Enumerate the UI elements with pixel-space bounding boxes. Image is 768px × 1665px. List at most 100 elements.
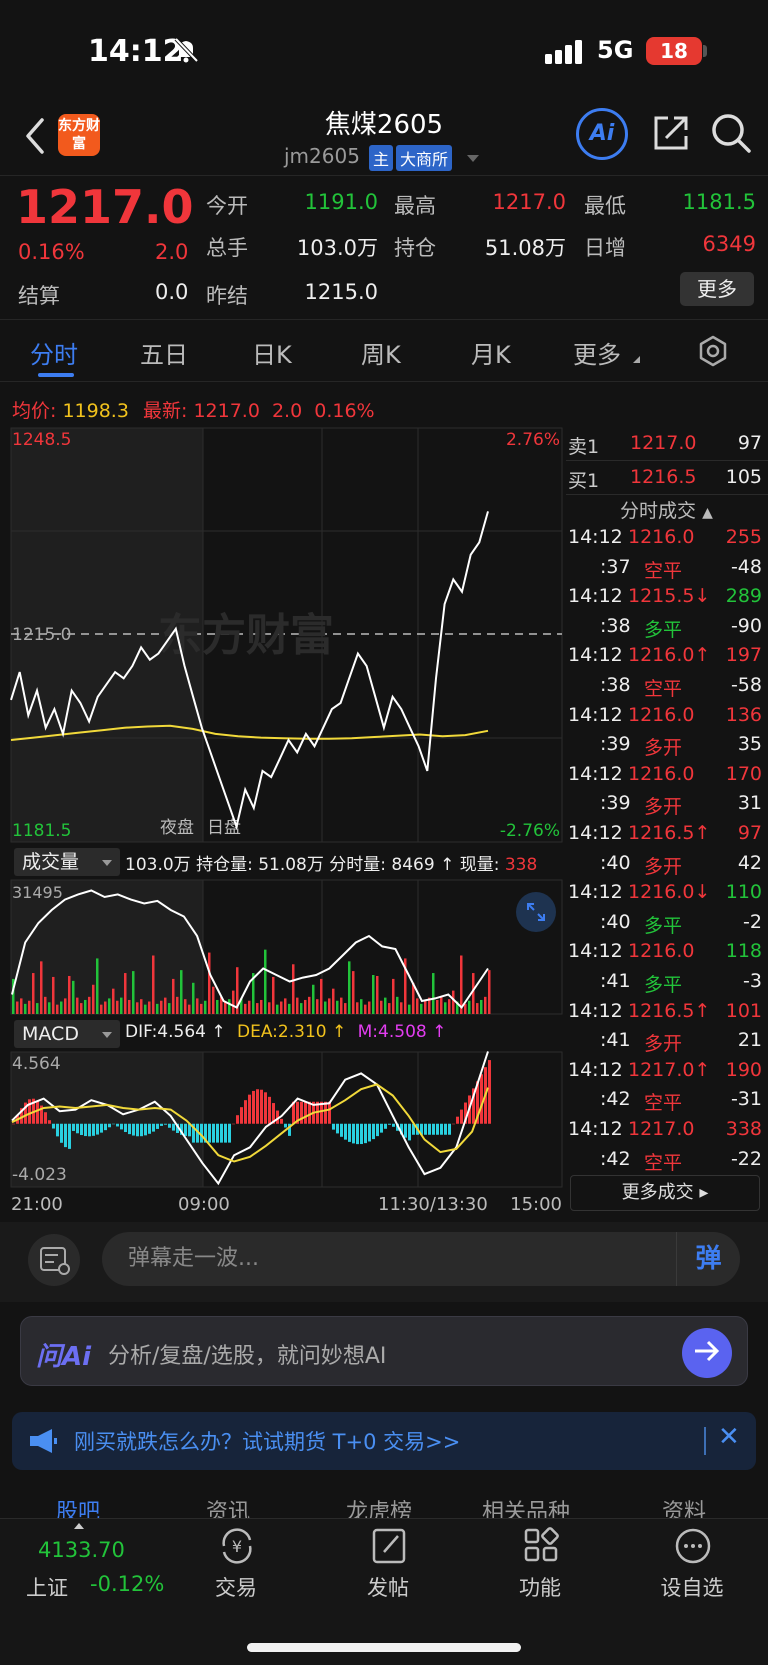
tab-monthly-k[interactable]: 月K <box>471 335 511 370</box>
volume-bar <box>444 1002 447 1014</box>
chevron-down-icon[interactable] <box>467 155 479 162</box>
ai-ask-go-button[interactable] <box>682 1328 732 1378</box>
trade-time: :42 <box>600 1088 631 1111</box>
macd-bar <box>224 1123 227 1143</box>
watermark: 东方财富 <box>158 610 334 661</box>
trade-price: 多开 <box>644 796 683 819</box>
macd-bar <box>64 1123 67 1148</box>
volume-bar <box>468 1000 471 1014</box>
trades-header[interactable]: 分时成交 ▲ <box>620 496 713 523</box>
nav-functions[interactable]: 功能 <box>490 1572 590 1602</box>
trade-qty: 31 <box>737 792 762 815</box>
tab-more[interactable]: 更多 <box>573 335 621 370</box>
trade-icon[interactable]: ¥ <box>216 1526 258 1566</box>
more-quote-button[interactable]: 更多 <box>680 272 754 306</box>
more-trades-button[interactable]: 更多成交 ▸ <box>570 1175 760 1211</box>
index-percent[interactable]: -0.12% <box>90 1572 164 1596</box>
trade-row: :40 多开 42 <box>568 852 762 880</box>
macd-bar <box>128 1123 131 1135</box>
avg-price-value: 1198.3 <box>62 400 129 422</box>
volume-indicator-select[interactable]: 成交量 <box>14 848 120 876</box>
macd-bar <box>336 1123 339 1134</box>
battery-level: 18 <box>646 37 702 65</box>
tab-weekly-k[interactable]: 周K <box>361 335 401 370</box>
ask-qty: 97 <box>737 432 762 454</box>
trade-qty: 42 <box>737 851 762 874</box>
macd-bar <box>352 1123 355 1144</box>
volume-value: 103.0万 <box>296 236 378 260</box>
danmu-settings-button[interactable] <box>28 1234 80 1286</box>
volume-bar <box>136 1002 139 1014</box>
search-icon[interactable] <box>710 112 752 154</box>
macd-bar <box>168 1123 171 1128</box>
volume-bar <box>208 952 211 1014</box>
macd-bar <box>384 1123 387 1129</box>
trade-qty: 110 <box>725 881 762 904</box>
volume-bar <box>60 1001 63 1014</box>
tab-daily-k[interactable]: 日K <box>252 335 292 370</box>
index-value[interactable]: 4133.70 <box>38 1538 125 1562</box>
arrow-right-icon <box>695 1340 720 1362</box>
nav-post[interactable]: 发帖 <box>338 1572 438 1602</box>
back-arrow-icon[interactable] <box>22 116 48 156</box>
intraday-chart[interactable]: 东方财富 1248.5 1215.0 1181.5 2.76% -2.76% 夜… <box>0 426 566 1226</box>
macd-bar <box>376 1123 379 1137</box>
settle-value: 0.0 <box>155 280 189 304</box>
volume-bar <box>172 978 175 1014</box>
volume-bar <box>276 1004 279 1014</box>
nav-add-watchlist[interactable]: 设自选 <box>642 1572 742 1602</box>
price-axis-ref: 1215.0 <box>12 625 71 645</box>
tab-five-day[interactable]: 五日 <box>140 335 188 370</box>
volume-bar <box>20 998 23 1014</box>
nav-trade[interactable]: 交易 <box>186 1572 286 1602</box>
watchlist-icon[interactable] <box>672 1526 714 1566</box>
volume-label: 总手 <box>206 236 248 260</box>
latest-change: 2.0 <box>271 400 303 422</box>
volume-bar <box>484 996 487 1014</box>
macd-bar <box>428 1123 431 1135</box>
danmu-send-button[interactable]: 弹 <box>676 1232 740 1286</box>
time-tick: 11:30/13:30 <box>378 1194 488 1215</box>
trade-time: :41 <box>600 970 631 992</box>
trade-row: :42 空平 -22 <box>568 1148 762 1176</box>
tab-intraday[interactable]: 分时 <box>30 335 78 370</box>
daily-increase-label: 日增 <box>584 236 626 260</box>
close-icon[interactable]: ✕ <box>718 1422 740 1452</box>
trade-time: 14:12 <box>568 822 623 844</box>
latest-percent: 0.16% <box>314 400 375 422</box>
volume-bar <box>360 999 363 1014</box>
open-interest-label: 持仓 <box>394 236 436 260</box>
macd-bar <box>44 1112 47 1124</box>
high-label: 最高 <box>394 194 436 218</box>
volume-bar <box>232 990 235 1014</box>
volume-bar <box>152 955 155 1014</box>
ai-ask-logo: 问Ai <box>36 1342 92 1372</box>
macd-bar <box>80 1123 83 1136</box>
trade-qty: 197 <box>725 644 762 667</box>
index-name[interactable]: 上证 <box>26 1572 68 1602</box>
danmu-input[interactable]: 弹幕走一波... <box>102 1232 740 1286</box>
low-label: 最低 <box>584 194 626 218</box>
gear-icon[interactable] <box>697 335 729 367</box>
ai-button[interactable]: Ai <box>576 108 628 160</box>
macd-indicator-select[interactable]: MACD <box>14 1020 120 1048</box>
volume-bar <box>116 1000 119 1014</box>
macd-bar <box>76 1123 79 1134</box>
volume-bar <box>156 1003 159 1014</box>
dea-value: DEA:2.310 ↑ <box>237 1022 347 1042</box>
share-icon[interactable] <box>652 114 690 152</box>
volume-bar <box>192 982 195 1014</box>
functions-icon[interactable] <box>520 1526 562 1566</box>
post-icon[interactable] <box>368 1526 410 1566</box>
trade-qty: 35 <box>737 733 762 756</box>
volume-bar <box>364 1004 367 1014</box>
status-time: 14:12 <box>88 34 184 69</box>
trade-price: 多平 <box>644 914 683 937</box>
macd-bar <box>68 1123 71 1149</box>
trade-qty: 118 <box>725 940 762 963</box>
expand-chart-button[interactable] <box>516 892 556 932</box>
macd-bar <box>100 1123 103 1133</box>
last-price: 1217.0 <box>16 180 194 234</box>
volume-bar <box>108 998 111 1014</box>
volume-bar <box>380 1000 383 1014</box>
